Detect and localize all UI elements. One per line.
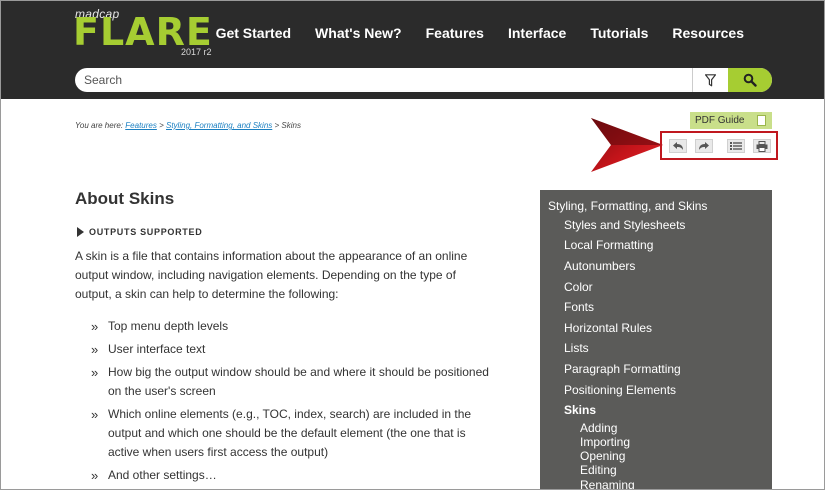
- breadcrumb-separator: >: [274, 121, 280, 130]
- bullet-mark: »: [91, 319, 99, 334]
- list-item-text: And other settings…: [108, 468, 217, 482]
- back-button[interactable]: [669, 139, 687, 153]
- expand-all-button[interactable]: [727, 139, 745, 153]
- sidenav-item-fonts[interactable]: Fonts: [564, 300, 594, 314]
- list-item-text: Top menu depth levels: [108, 319, 229, 333]
- forward-button[interactable]: [695, 139, 713, 153]
- forward-icon: [699, 142, 709, 150]
- list-item-text: User interface text: [108, 342, 206, 356]
- print-icon: [756, 140, 768, 152]
- sidenav-item-local-formatting[interactable]: Local Formatting: [564, 238, 653, 252]
- sidenav-item-paragraph-formatting[interactable]: Paragraph Formatting: [564, 362, 681, 376]
- side-navigation: Styling, Formatting, and Skins Styles an…: [540, 190, 772, 489]
- logo-version: 2017 r2: [181, 47, 212, 57]
- sidenav-item-horizontal-rules[interactable]: Horizontal Rules: [564, 321, 652, 335]
- list-item: » User interface text: [91, 340, 491, 359]
- sidenav-item-styles[interactable]: Styles and Stylesheets: [564, 218, 685, 232]
- bullet-mark: »: [91, 365, 99, 380]
- pdf-guide-label: PDF Guide: [695, 115, 745, 126]
- outputs-supported-label: OUTPUTS SUPPORTED: [89, 227, 203, 237]
- top-nav: Get Started What's New? Features Interfa…: [204, 25, 756, 41]
- sidenav-item-skins[interactable]: Skins: [564, 403, 596, 417]
- nav-resources[interactable]: Resources: [660, 25, 756, 41]
- outputs-supported-toggle[interactable]: OUTPUTS SUPPORTED: [77, 227, 202, 237]
- nav-interface[interactable]: Interface: [496, 25, 578, 41]
- pdf-icon: [757, 115, 766, 126]
- sidenav-item-color[interactable]: Color: [564, 280, 593, 294]
- breadcrumb-separator: >: [159, 121, 164, 130]
- topic-toolbar: [660, 131, 778, 160]
- print-button[interactable]: [753, 139, 771, 153]
- nav-get-started[interactable]: Get Started: [204, 25, 303, 41]
- breadcrumb: You are here: Features > Styling, Format…: [75, 121, 301, 130]
- list-item: » Which online elements (e.g., TOC, index…: [91, 405, 491, 462]
- page-title: About Skins: [75, 189, 175, 208]
- magnifier-icon: [743, 73, 757, 87]
- nav-features[interactable]: Features: [414, 25, 496, 41]
- search-submit-button[interactable]: [728, 68, 772, 92]
- logo-product: FLARE: [73, 10, 213, 54]
- intro-paragraph: A skin is a file that contains informati…: [75, 249, 468, 301]
- bullet-mark: »: [91, 407, 99, 422]
- sidenav-subitem-editing[interactable]: Editing: [580, 463, 617, 477]
- nav-tutorials[interactable]: Tutorials: [578, 25, 660, 41]
- sidenav-subitem-importing[interactable]: Importing: [580, 435, 630, 449]
- sidenav-subitem-opening[interactable]: Opening: [580, 449, 625, 463]
- breadcrumb-prefix: You are here:: [75, 121, 124, 130]
- filter-icon: [705, 73, 716, 86]
- bullet-mark: »: [91, 468, 99, 483]
- list-item-text: How big the output window should be and …: [108, 365, 489, 398]
- browser-frame: madcap FLARE 2017 r2 Get Started What's …: [0, 0, 825, 490]
- search-filter-button[interactable]: [692, 68, 728, 92]
- breadcrumb-current: Skins: [281, 121, 301, 130]
- nav-whats-new[interactable]: What's New?: [303, 25, 414, 41]
- flare-logo[interactable]: madcap FLARE 2017 r2: [73, 7, 215, 59]
- breadcrumb-link-styling[interactable]: Styling, Formatting, and Skins: [166, 121, 272, 130]
- site-header: madcap FLARE 2017 r2 Get Started What's …: [1, 1, 824, 99]
- search-input[interactable]: [75, 68, 692, 92]
- search-bar: [75, 68, 772, 92]
- sidenav-item-positioning-elements[interactable]: Positioning Elements: [564, 383, 676, 397]
- sidenav-item-autonumbers[interactable]: Autonumbers: [564, 259, 635, 273]
- sidenav-root[interactable]: Styling, Formatting, and Skins: [548, 199, 707, 213]
- list-item: » How big the output window should be and…: [91, 363, 491, 401]
- bullet-mark: »: [91, 342, 99, 357]
- back-icon: [673, 142, 683, 150]
- expand-triangle-icon: [77, 227, 84, 237]
- sidenav-subitem-adding[interactable]: Adding: [580, 421, 617, 435]
- callout-arrow-graphic: [591, 118, 663, 172]
- sidenav-item-lists[interactable]: Lists: [564, 341, 589, 355]
- feature-list: » Top menu depth levels » User interface t…: [91, 317, 491, 489]
- breadcrumb-link-features[interactable]: Features: [125, 121, 157, 130]
- list-item: » And other settings…: [91, 466, 491, 485]
- list-icon: [730, 142, 742, 150]
- list-item-text: Which online elements (e.g., TOC, index,…: [108, 407, 472, 459]
- pdf-guide-button[interactable]: PDF Guide: [690, 112, 772, 129]
- sidenav-subitem-renaming[interactable]: Renaming: [580, 478, 635, 489]
- list-item: » Top menu depth levels: [91, 317, 491, 336]
